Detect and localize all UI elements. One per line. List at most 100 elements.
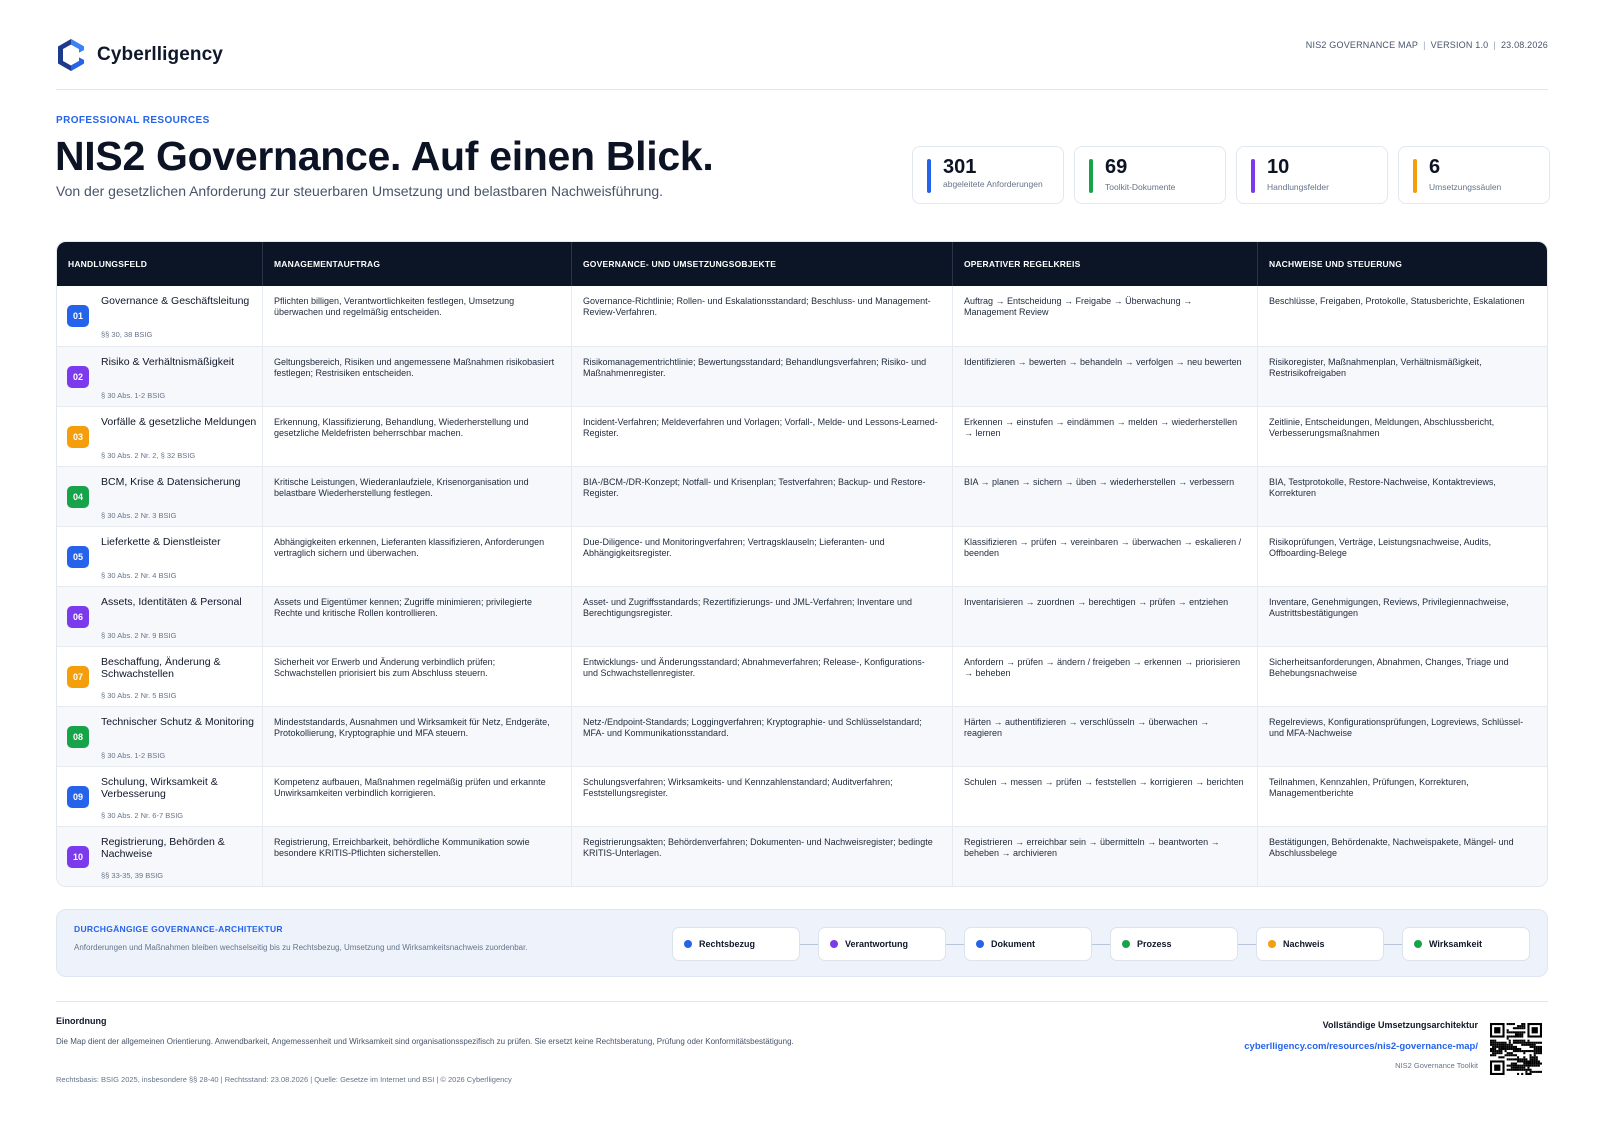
table-row: 09 Schulung, Wirksamkeit & Verbesserung § … xyxy=(57,766,1547,826)
document-meta: NIS2 GOVERNANCE MAP | VERSION 1.0 | 23.08.20… xyxy=(1306,40,1548,50)
pillar-connector xyxy=(1092,943,1110,945)
stat-value: 69 xyxy=(1105,156,1128,178)
table-row: 02 Risiko & Verhältnismäßigkeit § 30 Abs. … xyxy=(57,346,1547,406)
pillar-chain: Rechtsbezug Verantwortung Dokument Prozess N… xyxy=(672,927,1530,961)
stat-label: Umsetzungssäulen xyxy=(1429,182,1502,192)
stat-accent-bar xyxy=(927,159,931,193)
objects-cell: Netz-/Endpoint-Standards; Loggingverfahr… xyxy=(572,707,953,766)
column-header: HANDLUNGSFELD xyxy=(57,242,263,286)
cycle-cell: Schulen → messen → prüfen → feststellen … xyxy=(953,767,1258,826)
meta-doc: NIS2 GOVERNANCE MAP xyxy=(1305,40,1419,50)
mandate-cell: Pflichten billigen, Verantwortlichkeiten… xyxy=(263,286,572,346)
stat-card: 301 abgeleitete Anforderungen xyxy=(912,146,1064,204)
stat-accent-bar xyxy=(1089,159,1093,193)
evidence-cell: Regelreviews, Konfigurationsprüfungen, L… xyxy=(1269,717,1524,738)
cycle-cell: Inventarisieren → zuordnen → berechtigen… xyxy=(953,587,1258,646)
table-body: 01 Governance & Geschäftsleitung §§ 30, 38… xyxy=(57,286,1547,886)
cycle-cell: Anfordern → prüfen → ändern / freigeben … xyxy=(953,647,1258,706)
field-name: Schulung, Wirksamkeit & Verbesserung xyxy=(101,776,218,800)
field-number-badge: 05 xyxy=(67,546,89,568)
field-cell: 05 Lieferkette & Dienstleister § 30 Abs. 2… xyxy=(57,527,263,586)
pillar-connector xyxy=(800,943,818,945)
table-row: 08 Technischer Schutz & Monitoring § 30 Ab… xyxy=(57,706,1547,766)
table-row: 03 Vorfälle & gesetzliche Meldungen § 30 A… xyxy=(57,406,1547,466)
stat-value: 6 xyxy=(1429,156,1441,178)
cycle-cell: Identifizieren → bewerten → behandeln → … xyxy=(953,347,1258,406)
eyebrow-label: PROFESSIONAL RESOURCES xyxy=(56,115,210,126)
cycle-cell: Registrieren → erreichbar sein → übermit… xyxy=(953,827,1258,886)
brand-logo[interactable]: Cyberlligency xyxy=(56,38,223,72)
legal-line: Rechtsbasis: BSIG 2025, insbesondere §§ … xyxy=(56,1075,512,1084)
stat-label: Toolkit-Dokumente xyxy=(1105,182,1176,192)
objects-cell: Incident-Verfahren; Meldeverfahren und V… xyxy=(572,407,953,466)
field-cell: 02 Risiko & Verhältnismäßigkeit § 30 Abs. … xyxy=(57,347,263,406)
column-header: GOVERNANCE- UND UMSETZUNGSOBJEKTE xyxy=(572,242,953,286)
field-number-badge: 03 xyxy=(67,426,89,448)
pillar-chip: Rechtsbezug xyxy=(672,927,800,961)
governance-table: HANDLUNGSFELD MANAGEMENTAUFTRAG GOVERNAN… xyxy=(56,241,1548,887)
field-cell: 06 Assets, Identitäten & Personal § 30 Abs… xyxy=(57,587,263,646)
table-row: 10 Registrierung, Behörden & Nachweise §§ … xyxy=(57,826,1547,886)
page-subtitle: Von der gesetzlichen Anforderung zur ste… xyxy=(56,183,664,199)
objects-cell: Governance-Richtlinie; Rollen- und Eskal… xyxy=(572,286,953,346)
meta-separator: | xyxy=(1423,40,1426,50)
stat-card: 6 Umsetzungssäulen xyxy=(1398,146,1550,204)
pillar-dot-icon xyxy=(830,940,838,948)
page-header: Cyberlligency NIS2 GOVERNANCE MAP | VERSIO… xyxy=(56,38,1548,90)
field-name: Assets, Identitäten & Personal xyxy=(101,596,242,608)
legal-reference: § 30 Abs. 2 Nr. 9 BSIG xyxy=(101,631,177,640)
table-row: 04 BCM, Krise & Datensicherung § 30 Abs. 2… xyxy=(57,466,1547,526)
pillar-dot-icon xyxy=(684,940,692,948)
mandate-cell: Geltungsbereich, Risiken und angemessene… xyxy=(263,347,572,406)
pillar-dot-icon xyxy=(1268,940,1276,948)
legal-reference: § 30 Abs. 2 Nr. 3 BSIG xyxy=(101,511,177,520)
field-cell: 03 Vorfälle & gesetzliche Meldungen § 30 A… xyxy=(57,407,263,466)
field-number-badge: 02 xyxy=(67,366,89,388)
objects-cell: BIA-/BCM-/DR-Konzept; Notfall- und Krise… xyxy=(572,467,953,526)
table-row: 06 Assets, Identitäten & Personal § 30 Abs… xyxy=(57,586,1547,646)
field-name: Lieferkette & Dienstleister xyxy=(101,536,221,548)
architecture-title: DURCHGÄNGIGE GOVERNANCE-ARCHITEKTUR xyxy=(74,924,283,934)
cycle-cell: Auftrag → Entscheidung → Freigabe → Über… xyxy=(953,286,1258,346)
stats-row: 301 abgeleitete Anforderungen 69 Toolkit… xyxy=(912,146,1550,204)
pillar-chip: Prozess xyxy=(1110,927,1238,961)
mandate-cell: Abhängigkeiten erkennen, Lieferanten kla… xyxy=(263,527,572,586)
meta-separator: | xyxy=(1493,40,1496,50)
cycle-cell: BIA → planen → sichern → üben → wiederhe… xyxy=(953,467,1258,526)
resource-link[interactable]: cyberlligency.com/resources/nis2-governa… xyxy=(1244,1041,1478,1052)
pillar-dot-icon xyxy=(976,940,984,948)
objects-cell: Schulungsverfahren; Wirksamkeits- und Ke… xyxy=(572,767,953,826)
evidence-cell: Zeitlinie, Entscheidungen, Meldungen, Ab… xyxy=(1269,417,1495,438)
evidence-cell: Bestätigungen, Behördenakte, Nachweispak… xyxy=(1269,837,1514,858)
mandate-cell: Erkennung, Klassifizierung, Behandlung, … xyxy=(263,407,572,466)
pillar-label: Nachweis xyxy=(1283,939,1325,949)
qr-code-icon[interactable] xyxy=(1490,1023,1542,1075)
field-number-badge: 08 xyxy=(67,726,89,748)
field-name: Registrierung, Behörden & Nachweise xyxy=(101,836,225,860)
legal-reference: § 30 Abs. 2 Nr. 5 BSIG xyxy=(101,691,177,700)
link-caption: NIS2 Governance Toolkit xyxy=(1395,1061,1478,1070)
pillar-chip: Verantwortung xyxy=(818,927,946,961)
legal-reference: § 30 Abs. 2 Nr. 4 BSIG xyxy=(101,571,177,580)
evidence-cell: Sicherheitsanforderungen, Abnahmen, Chan… xyxy=(1269,657,1509,678)
pillar-chip: Nachweis xyxy=(1256,927,1384,961)
field-number-badge: 04 xyxy=(67,486,89,508)
cycle-cell: Klassifizieren → prüfen → vereinbaren → … xyxy=(953,527,1258,586)
legal-reference: § 30 Abs. 1-2 BSIG xyxy=(101,391,166,400)
field-name: Beschaffung, Änderung & Schwachstellen xyxy=(101,656,221,680)
stat-card: 10 Handlungsfelder xyxy=(1236,146,1388,204)
pillar-connector xyxy=(1384,943,1402,945)
table-row: 07 Beschaffung, Änderung & Schwachstellen… xyxy=(57,646,1547,706)
table-row: 01 Governance & Geschäftsleitung §§ 30, 38… xyxy=(57,286,1547,346)
column-header: MANAGEMENTAUFTRAG xyxy=(263,242,572,286)
evidence-cell: Teilnahmen, Kennzahlen, Prüfungen, Korre… xyxy=(1269,777,1469,798)
field-cell: 01 Governance & Geschäftsleitung §§ 30, 38… xyxy=(57,286,263,346)
cycle-cell: Härten → authentifizieren → verschlüssel… xyxy=(953,707,1258,766)
legal-reference: § 30 Abs. 2 Nr. 2, § 32 BSIG xyxy=(101,451,196,460)
legal-reference: § 30 Abs. 2 Nr. 6-7 BSIG xyxy=(101,811,184,820)
brand-logo-icon xyxy=(58,39,84,71)
mandate-cell: Sicherheit vor Erwerb und Änderung verbi… xyxy=(263,647,572,706)
cta-heading: Vollständige Umsetzungsarchitektur xyxy=(1322,1020,1478,1030)
field-cell: 08 Technischer Schutz & Monitoring § 30 Ab… xyxy=(57,707,263,766)
field-number-badge: 06 xyxy=(67,606,89,628)
